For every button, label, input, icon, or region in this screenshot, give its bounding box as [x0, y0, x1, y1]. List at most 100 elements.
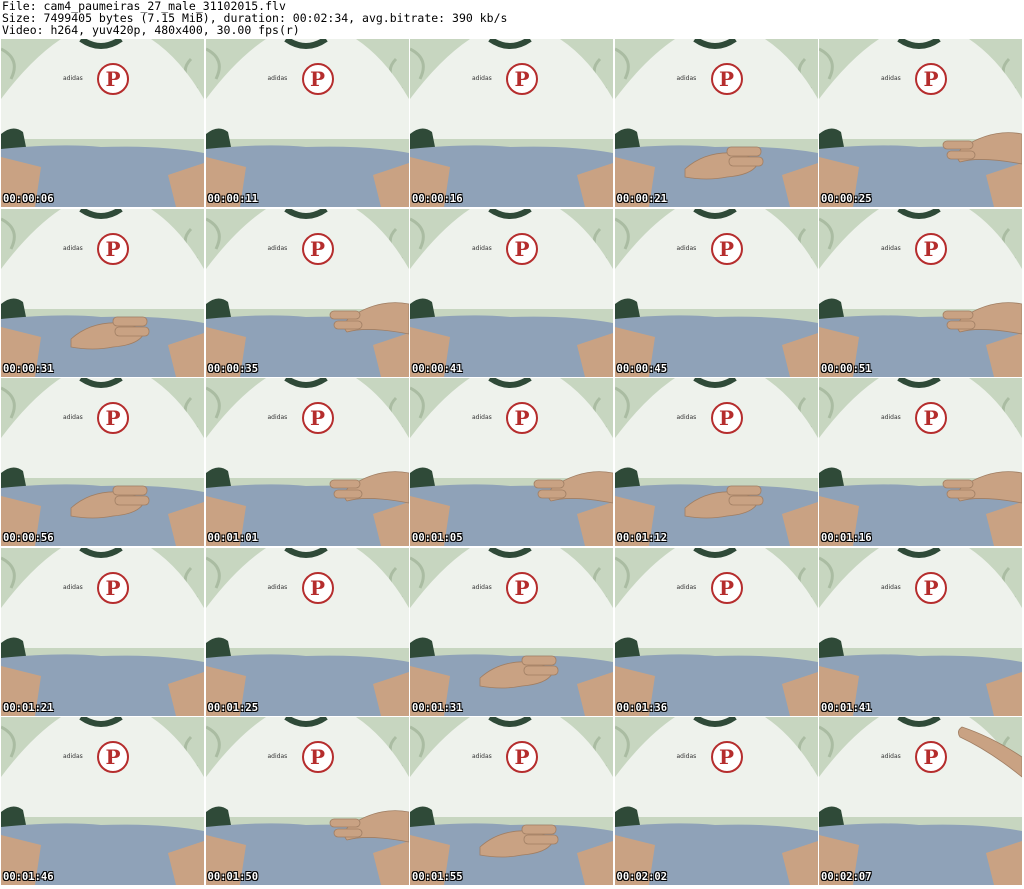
- frame-timestamp: 00:01:55: [412, 871, 463, 883]
- frame-timestamp: 00:00:16: [412, 193, 463, 205]
- brand-logo-icon: adidas: [881, 753, 901, 760]
- video-frame-thumbnail: Padidas 00:01:36: [614, 547, 818, 716]
- shirt-crest-icon: P: [97, 402, 129, 434]
- frame-timestamp: 00:01:25: [207, 701, 259, 714]
- brand-logo-icon: adidas: [267, 414, 288, 421]
- video-frame-thumbnail: Padidas 00:01:12: [614, 378, 818, 546]
- frame-timestamp: 00:00:56: [3, 532, 54, 544]
- frame-image: [1, 547, 204, 716]
- video-frame-thumbnail: Padidas 00:00:41: [410, 208, 613, 377]
- shirt-crest-icon: P: [97, 741, 129, 773]
- brand-logo-icon: adidas: [676, 583, 697, 591]
- brand-logo-icon: adidas: [63, 244, 83, 252]
- frame-image: [1, 208, 204, 377]
- frame-timestamp: 00:01:41: [821, 701, 872, 714]
- shirt-crest-icon: P: [915, 63, 947, 95]
- brand-logo-icon: adidas: [63, 75, 83, 82]
- brand-logo-icon: adidas: [267, 583, 288, 591]
- shirt-crest-icon: P: [710, 402, 743, 434]
- brand-logo-icon: adidas: [472, 244, 492, 252]
- frame-image: [614, 717, 818, 885]
- frame-timestamp: 00:00:11: [207, 193, 259, 205]
- brand-logo-icon: adidas: [63, 414, 83, 421]
- shirt-crest-icon: P: [97, 571, 129, 604]
- frame-image: [614, 378, 818, 546]
- frame-image: [205, 547, 409, 716]
- brand-logo-icon: adidas: [881, 75, 901, 82]
- frame-image: [819, 208, 1022, 377]
- video-frame-thumbnail: Padidas 00:01:31: [410, 547, 613, 716]
- frame-timestamp: 00:00:31: [3, 362, 54, 375]
- video-info-line: Video: h264, yuv420p, 480x400, 30.00 fps…: [2, 23, 300, 38]
- frame-timestamp: 00:00:25: [821, 193, 872, 205]
- brand-logo-icon: adidas: [472, 583, 492, 591]
- brand-logo-icon: adidas: [267, 753, 288, 760]
- video-frame-thumbnail: Padidas 00:02:02: [614, 717, 818, 885]
- video-frame-thumbnail: Padidas 00:01:16: [819, 378, 1022, 546]
- frame-timestamp: 00:01:12: [616, 532, 668, 544]
- frame-image: [205, 378, 409, 546]
- shirt-crest-icon: P: [915, 571, 947, 604]
- shirt-crest-icon: P: [301, 571, 334, 604]
- shirt-crest-icon: P: [506, 571, 538, 604]
- frame-image: [1, 717, 204, 885]
- frame-timestamp: 00:00:06: [3, 193, 54, 205]
- frame-image: [614, 39, 818, 207]
- frame-timestamp: 00:00:45: [616, 362, 668, 375]
- frame-image: [410, 717, 613, 885]
- brand-logo-icon: adidas: [267, 75, 288, 82]
- brand-logo-icon: adidas: [267, 244, 288, 252]
- brand-logo-icon: adidas: [676, 75, 697, 82]
- shirt-crest-icon: P: [506, 741, 538, 773]
- shirt-crest-icon: P: [710, 741, 743, 773]
- video-frame-thumbnail: Padidas 00:01:46: [1, 717, 204, 885]
- brand-logo-icon: adidas: [881, 244, 901, 252]
- brand-logo-icon: adidas: [676, 244, 697, 252]
- frame-image: [205, 39, 409, 207]
- frame-image: [614, 547, 818, 716]
- shirt-crest-icon: P: [97, 63, 129, 95]
- frame-image: [205, 208, 409, 377]
- shirt-crest-icon: P: [710, 63, 743, 95]
- brand-logo-icon: adidas: [63, 753, 83, 760]
- video-frame-thumbnail: Padidas 00:01:50: [205, 717, 409, 885]
- frame-image: [819, 39, 1022, 207]
- shirt-crest-icon: P: [506, 63, 538, 95]
- brand-logo-icon: adidas: [676, 753, 697, 760]
- brand-logo-icon: adidas: [472, 75, 492, 82]
- frame-image: [410, 547, 613, 716]
- brand-logo-icon: adidas: [63, 583, 83, 591]
- shirt-crest-icon: P: [915, 402, 947, 434]
- video-frame-thumbnail: Padidas 00:02:07: [819, 717, 1022, 885]
- shirt-crest-icon: P: [710, 232, 743, 265]
- frame-image: [614, 208, 818, 377]
- video-frame-thumbnail: Padidas 00:00:51: [819, 208, 1022, 377]
- video-frame-thumbnail: Padidas 00:00:35: [205, 208, 409, 377]
- shirt-crest-icon: P: [97, 232, 129, 265]
- frame-image: [410, 208, 613, 377]
- file-info-header: File: cam4_paumeiras_27_male_31102015.fl…: [2, 0, 507, 37]
- video-frame-thumbnail: Padidas 00:00:06: [1, 39, 204, 207]
- frame-timestamp: 00:01:21: [3, 701, 54, 714]
- brand-logo-icon: adidas: [881, 583, 901, 591]
- video-frame-thumbnail: Padidas 00:00:21: [614, 39, 818, 207]
- video-frame-thumbnail: Padidas 00:01:41: [819, 547, 1022, 716]
- frame-timestamp: 00:01:05: [412, 532, 463, 544]
- frame-timestamp: 00:01:16: [821, 532, 872, 544]
- brand-logo-icon: adidas: [472, 414, 492, 421]
- frame-timestamp: 00:01:01: [207, 532, 259, 544]
- frame-image: [819, 547, 1022, 716]
- frame-timestamp: 00:02:02: [616, 871, 668, 883]
- brand-logo-icon: adidas: [472, 753, 492, 760]
- frame-image: [1, 378, 204, 546]
- video-frame-thumbnail: Padidas 00:01:55: [410, 717, 613, 885]
- shirt-crest-icon: P: [301, 63, 334, 95]
- shirt-crest-icon: P: [301, 232, 334, 265]
- frame-image: [819, 717, 1022, 885]
- shirt-crest-icon: P: [506, 402, 538, 434]
- frame-timestamp: 00:00:35: [207, 362, 259, 375]
- frame-image: [410, 39, 613, 207]
- frame-timestamp: 00:00:41: [412, 362, 463, 375]
- video-frame-thumbnail: Padidas 00:00:11: [205, 39, 409, 207]
- frame-timestamp: 00:02:07: [821, 871, 872, 883]
